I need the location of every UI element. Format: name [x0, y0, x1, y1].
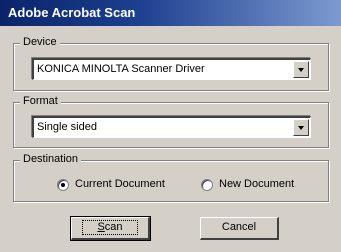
- radio-current-document-label: Current Document: [75, 178, 165, 190]
- destination-group: Destination Current Document New Documen…: [13, 153, 329, 202]
- device-select-value: KONICA MINOLTA Scanner Driver: [37, 63, 205, 75]
- radio-current-document[interactable]: Current Document: [57, 178, 177, 192]
- scan-dialog: Adobe Acrobat Scan Device KONICA MINOLTA…: [0, 0, 341, 252]
- format-dropdown-button[interactable]: [293, 119, 309, 136]
- destination-legend: Destination: [20, 153, 82, 165]
- format-group: Format Single sided: [13, 95, 329, 148]
- chevron-down-icon: [298, 126, 304, 130]
- chevron-down-icon: [298, 68, 304, 72]
- device-group: Device KONICA MINOLTA Scanner Driver: [13, 36, 329, 91]
- radio-new-document-label: New Document: [219, 178, 295, 190]
- scan-button[interactable]: Scan: [70, 216, 151, 241]
- format-select-value: Single sided: [37, 121, 97, 133]
- format-select[interactable]: Single sided: [32, 116, 311, 138]
- title-bar[interactable]: Adobe Acrobat Scan: [0, 0, 341, 26]
- radio-dot-icon: [61, 183, 65, 187]
- window-title: Adobe Acrobat Scan: [8, 5, 136, 20]
- cancel-button-label: Cancel: [221, 221, 257, 233]
- device-legend: Device: [20, 36, 60, 48]
- device-dropdown-button[interactable]: [293, 61, 309, 78]
- device-select[interactable]: KONICA MINOLTA Scanner Driver: [32, 58, 311, 80]
- scan-button-label: Scan: [82, 220, 138, 235]
- radio-button[interactable]: [201, 179, 213, 191]
- radio-button-selected[interactable]: [57, 179, 69, 191]
- format-legend: Format: [20, 95, 61, 107]
- cancel-button[interactable]: Cancel: [200, 217, 279, 240]
- radio-new-document[interactable]: New Document: [201, 178, 311, 192]
